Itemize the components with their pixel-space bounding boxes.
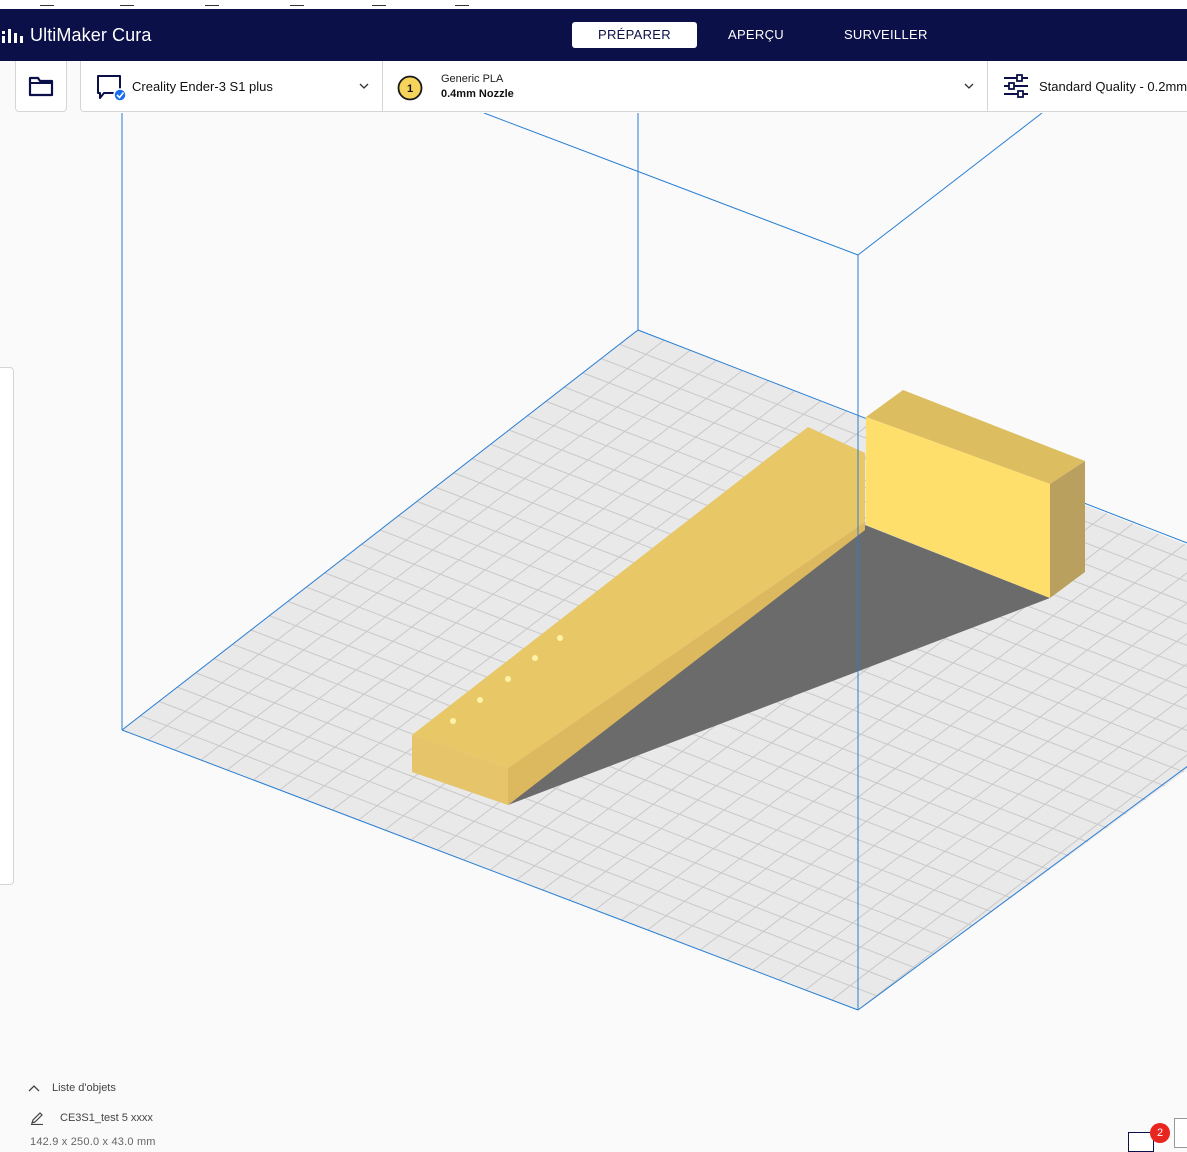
app-title: UltiMaker Cura	[30, 25, 152, 45]
chevron-up-icon	[28, 1085, 40, 1092]
extruder-icon: 1	[397, 75, 423, 101]
job-name: CE3S1_test 5 xxxx	[60, 1112, 153, 1124]
chevron-down-icon	[964, 83, 974, 89]
stage-tabs: PRÉPARER APERÇU SURVEILLER	[572, 22, 954, 48]
job-dimensions: 142.9 x 250.0 x 43.0 mm	[30, 1136, 156, 1148]
nozzle-name: 0.4mm Nozzle	[441, 88, 514, 100]
material-selector[interactable]: 1 Generic PLA 0.4mm Nozzle	[383, 61, 988, 111]
printer-selector-bar: Creality Ender-3 S1 plus 1 Generic PLA 0…	[80, 61, 1187, 112]
job-name-row[interactable]: CE3S1_test 5 xxxx	[30, 1111, 153, 1125]
print-settings-selector[interactable]: Standard Quality - 0.2mm	[988, 61, 1187, 111]
notification-badge: 2	[1150, 1123, 1170, 1143]
extruder-number: 1	[407, 83, 413, 95]
side-panel-stub[interactable]	[1174, 1118, 1187, 1148]
printer-selector[interactable]: Creality Ender-3 S1 plus	[81, 61, 383, 111]
quality-label: Standard Quality - 0.2mm	[1039, 79, 1187, 94]
app-header: UltiMaker Cura PRÉPARER APERÇU SURVEILLE…	[0, 9, 1187, 61]
tab-preview[interactable]: APERÇU	[702, 22, 810, 48]
open-file-button[interactable]	[15, 61, 67, 112]
folder-icon	[28, 76, 54, 97]
printer-connected-icon	[97, 75, 127, 102]
tab-prepare[interactable]: PRÉPARER	[572, 22, 697, 48]
ultimaker-logo-icon	[2, 28, 23, 43]
main-toolbar: Creality Ender-3 S1 plus 1 Generic PLA 0…	[0, 61, 1187, 113]
window-top-strip	[0, 0, 1187, 9]
object-list-toggle[interactable]: Liste d'objets	[28, 1082, 116, 1094]
settings-sliders-icon	[1004, 74, 1028, 98]
tab-monitor[interactable]: SURVEILLER	[818, 22, 954, 48]
object-list-label: Liste d'objets	[52, 1082, 116, 1094]
chevron-down-icon	[359, 83, 369, 89]
material-name: Generic PLA	[441, 73, 504, 85]
viewport-3d[interactable]	[0, 113, 1187, 1053]
pencil-icon	[31, 1112, 43, 1125]
app-logo: UltiMaker Cura	[2, 25, 151, 46]
printer-name: Creality Ender-3 S1 plus	[132, 79, 273, 94]
